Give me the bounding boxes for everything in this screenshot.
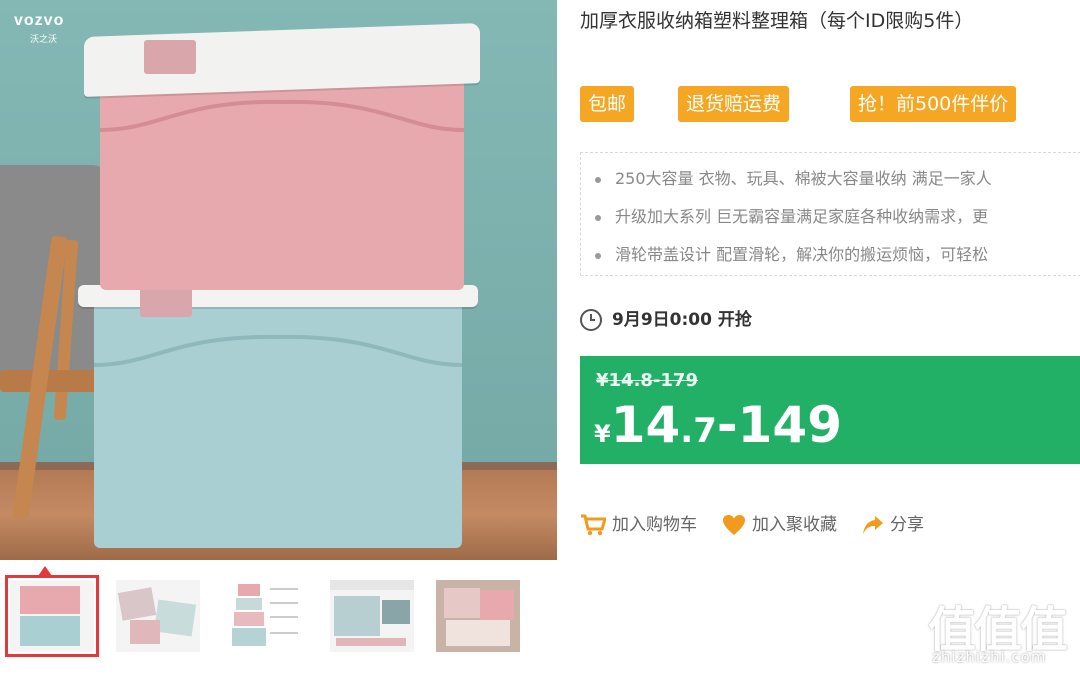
cart-icon	[581, 514, 606, 536]
product-title: 加厚衣服收纳箱塑料整理箱（每个ID限购5件）	[580, 10, 974, 32]
price-box: ¥14.8-179 ¥14.7-149	[580, 356, 1080, 464]
bullet-icon	[595, 252, 601, 259]
share-button[interactable]: 分享	[862, 510, 924, 536]
tag-free-shipping: 包邮	[580, 86, 635, 122]
sale-start-time: 9月9日0:00 开抢	[580, 305, 752, 331]
thumbnail-1[interactable]	[5, 575, 99, 657]
bullet-icon	[595, 176, 601, 183]
original-price: ¥14.8-179	[596, 370, 698, 391]
active-thumb-indicator	[38, 566, 52, 576]
main-product-image: vozvo 沃之沃	[0, 0, 557, 560]
feature-item: 滑轮带盖设计 配置滑轮，解决你的搬运烦恼，可轻松	[595, 241, 988, 265]
tag-flash-deal: 抢！前500件伴价	[850, 86, 1017, 122]
clock-icon	[580, 309, 602, 331]
bullet-icon	[595, 214, 601, 221]
thumbnail-2[interactable]	[116, 580, 200, 652]
share-icon	[863, 516, 883, 534]
tag-return-shipping: 退货赔运费	[678, 86, 790, 122]
add-to-favorites-button[interactable]: 加入聚收藏	[722, 510, 837, 536]
brand-logo-sub: 沃之沃	[30, 35, 58, 45]
thumbnail-3[interactable]	[222, 580, 306, 652]
thumbnail-5[interactable]	[436, 580, 520, 652]
current-price: ¥14.7-149	[594, 396, 842, 454]
price-range: -149	[716, 396, 842, 454]
pink-storage-box	[84, 23, 480, 292]
add-to-cart-button[interactable]: 加入购物车	[580, 510, 697, 536]
price-integer: 14	[610, 396, 681, 454]
watermark-url: zhizhizhi.com	[932, 648, 1047, 666]
feature-list: 250大容量 衣物、玩具、棉被大容量收纳 满足一家人 升级加大系列 巨无霸容量满…	[580, 152, 1080, 276]
thumbnail-4[interactable]	[330, 580, 414, 652]
currency-symbol: ¥	[594, 420, 611, 448]
brand-logo: vozvo	[14, 12, 65, 29]
thumbnail-strip	[0, 566, 557, 674]
feature-item: 升级加大系列 巨无霸容量满足家庭各种收纳需求，更	[595, 203, 988, 227]
blue-storage-box	[78, 285, 478, 550]
feature-item: 250大容量 衣物、玩具、棉被大容量收纳 满足一家人	[595, 165, 992, 189]
heart-icon	[723, 515, 745, 535]
price-decimal: .7	[680, 411, 717, 451]
